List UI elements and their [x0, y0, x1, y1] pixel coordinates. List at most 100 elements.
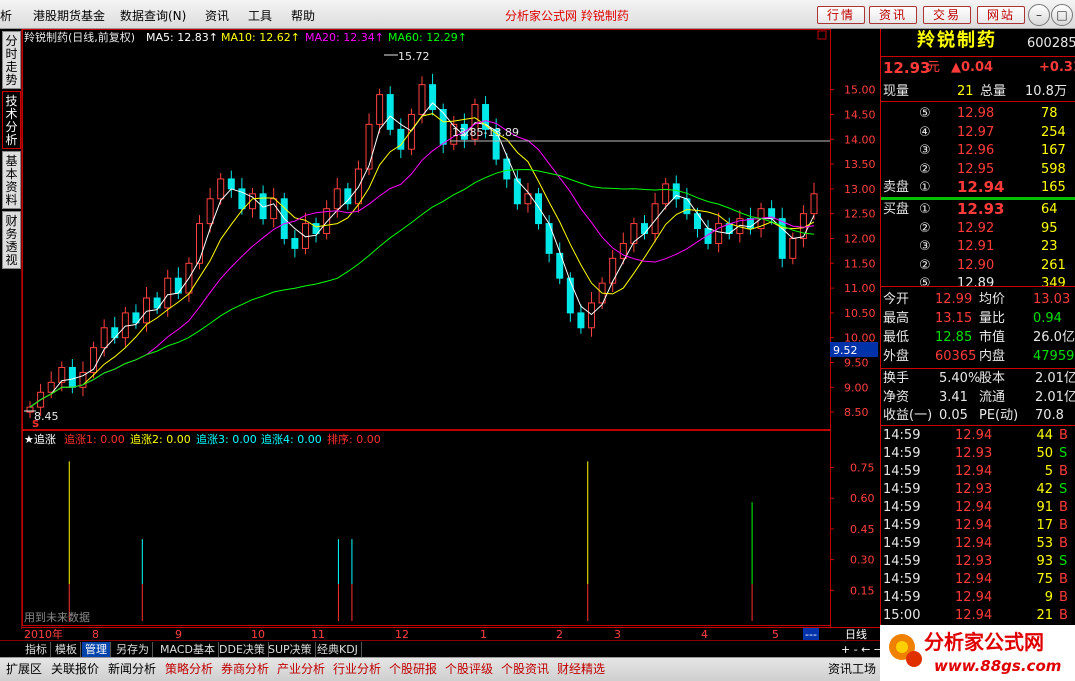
candle-body — [503, 158, 511, 180]
tick-row-cell: S — [1059, 446, 1068, 461]
sell-level-cell: 卖盘 — [883, 180, 910, 195]
tick-row-cell: B — [1059, 518, 1068, 533]
tick-row-cell: B — [1059, 608, 1068, 623]
y-tick-label: 15.00 — [844, 84, 876, 97]
status-tab[interactable]: 券商分析 — [219, 661, 271, 678]
status-tab[interactable]: 行业分析 — [331, 661, 383, 678]
maximize-icon[interactable]: □ — [1051, 4, 1073, 26]
buy-level: 买盘 ① 12.93 64 — [881, 200, 1075, 219]
tab-technical[interactable]: 技术分析 — [2, 91, 21, 149]
fin-row: 净资 3.41 流通 2.01亿 — [881, 389, 1075, 407]
candle-body — [100, 327, 108, 349]
stat-row-cell: 市值 — [979, 330, 1006, 345]
candle-body — [386, 94, 394, 130]
fin-row-cell: 5.40% — [939, 371, 981, 386]
status-tab[interactable]: 策略分析 — [163, 661, 215, 678]
high-label: 15.72 — [398, 50, 430, 63]
tab-intraday[interactable]: 分时走势 — [2, 31, 21, 89]
fin-row-cell: 收益(一) — [883, 408, 933, 423]
range-label: 13.85-13.89 — [452, 126, 519, 139]
stat-row: 外盘 60365 内盘 47959 — [881, 348, 1075, 366]
status-tab[interactable]: 资讯工场 — [826, 661, 878, 678]
tick-row-cell: 14:59 — [883, 428, 921, 443]
candle-body — [535, 193, 543, 225]
chart-corner-box — [817, 30, 827, 40]
quote-button[interactable]: 行情 — [817, 6, 865, 24]
menu-analysis[interactable]: 析 — [0, 7, 12, 24]
tab-indicator[interactable]: 指标 — [22, 642, 51, 657]
y-tick-label: 11.00 — [844, 282, 876, 295]
ind-tick-label: 0.45 — [850, 523, 875, 536]
candle-body — [365, 123, 373, 170]
status-tab[interactable]: 财经精选 — [555, 661, 607, 678]
menu-hk-futures[interactable]: 港股期货基金 — [33, 7, 105, 24]
candle-body — [810, 193, 818, 215]
tick-row-cell: 9 — [1044, 590, 1053, 605]
tab-template[interactable]: 模板 — [52, 642, 81, 657]
tab-finance[interactable]: 财务透视 — [2, 211, 21, 269]
stat-row-cell: 12.85 — [935, 330, 973, 345]
ind-z3: 追涨3: 0.00 — [196, 432, 257, 446]
tick-row-cell: 14:59 — [883, 536, 921, 551]
candle-body — [662, 183, 670, 205]
status-tab[interactable]: 关联报价 — [49, 661, 101, 678]
tab-kdj[interactable]: 经典KDJ — [314, 642, 362, 657]
sell-level-cell: ⑤ — [919, 106, 931, 121]
tab-macd[interactable]: MACD基本 — [157, 642, 219, 657]
tick-row-cell: 12.94 — [955, 572, 993, 587]
chart-area[interactable]: 羚锐制药(日线,前复权) MA5: 12.83↑ MA10: 12.62↑ MA… — [22, 29, 880, 627]
menu-data-query[interactable]: 数据查询(N) — [120, 7, 186, 24]
y-tick-label: 10.50 — [844, 307, 876, 320]
candle-body — [640, 223, 648, 235]
sell-level: 卖盘 ① 12.94 165 — [881, 178, 1075, 197]
trade-button[interactable]: 交易 — [923, 6, 971, 24]
kline-chart[interactable]: 羚锐制药(日线,前复权) MA5: 12.83↑ MA10: 12.62↑ MA… — [22, 29, 880, 627]
tick-row: 14:59 12.93 50 S — [881, 445, 1075, 463]
menu-help[interactable]: 帮助 — [291, 7, 315, 24]
minimize-icon[interactable]: – — [1028, 4, 1050, 26]
tick-row-cell: 21 — [1036, 608, 1053, 623]
ma20-line — [29, 120, 815, 408]
tick-row-cell: 14:59 — [883, 500, 921, 515]
stock-title-row: 羚锐制药 600285 — [881, 32, 1075, 56]
tab-save-as[interactable]: 另存为 — [113, 642, 153, 657]
tab-sup[interactable]: SUP决策 — [265, 642, 316, 657]
menu-news[interactable]: 资讯 — [205, 7, 229, 24]
status-tab[interactable]: 新闻分析 — [106, 661, 158, 678]
tab-basic-info[interactable]: 基本资料 — [2, 151, 21, 209]
website-button[interactable]: 网站 — [977, 6, 1025, 24]
buy-level-cell: 23 — [1041, 239, 1058, 254]
status-tab[interactable]: 产业分析 — [275, 661, 327, 678]
tab-dde[interactable]: DDE决策 — [216, 642, 269, 657]
status-tab[interactable]: 扩展区 — [4, 661, 44, 678]
tab-manage[interactable]: 管理 — [82, 642, 111, 657]
candle-body — [196, 223, 204, 264]
tick-row-cell: 12.93 — [955, 554, 993, 569]
candle-body — [651, 203, 659, 235]
logo-text: 分析家公式网 — [924, 630, 1044, 654]
tick-row-cell: 14:59 — [883, 572, 921, 587]
menu-tools[interactable]: 工具 — [248, 7, 272, 24]
candle-body — [291, 237, 299, 249]
fin-row-cell: 70.8 — [1035, 408, 1064, 423]
stat-row-cell: 均价 — [979, 292, 1006, 307]
news-button[interactable]: 资讯 — [869, 6, 917, 24]
status-tab[interactable]: 个股资讯 — [499, 661, 551, 678]
status-tab[interactable]: 个股评级 — [443, 661, 495, 678]
tick-row: 14:59 12.94 17 B — [881, 517, 1075, 535]
y-tick-label: 13.00 — [844, 183, 876, 196]
stat-row: 最低 12.85 市值 26.0亿 — [881, 329, 1075, 347]
current-price: 12.93 — [883, 59, 931, 77]
stat-row-cell: 60365 — [935, 349, 977, 364]
ind-name: ★追涨 — [24, 432, 56, 446]
stat-row-cell: 外盘 — [883, 349, 910, 364]
tick-row-cell: B — [1059, 590, 1068, 605]
nav-arrows[interactable]: + - ← → — [838, 642, 886, 657]
status-tab[interactable]: 个股研报 — [387, 661, 439, 678]
ind-order: 排序: 0.00 — [327, 432, 381, 446]
candle-body — [588, 302, 596, 329]
buy-level-cell: 261 — [1041, 257, 1066, 273]
candle-body — [164, 277, 172, 309]
current-vol-label: 现量 — [883, 84, 910, 99]
ma60-line — [29, 168, 815, 408]
